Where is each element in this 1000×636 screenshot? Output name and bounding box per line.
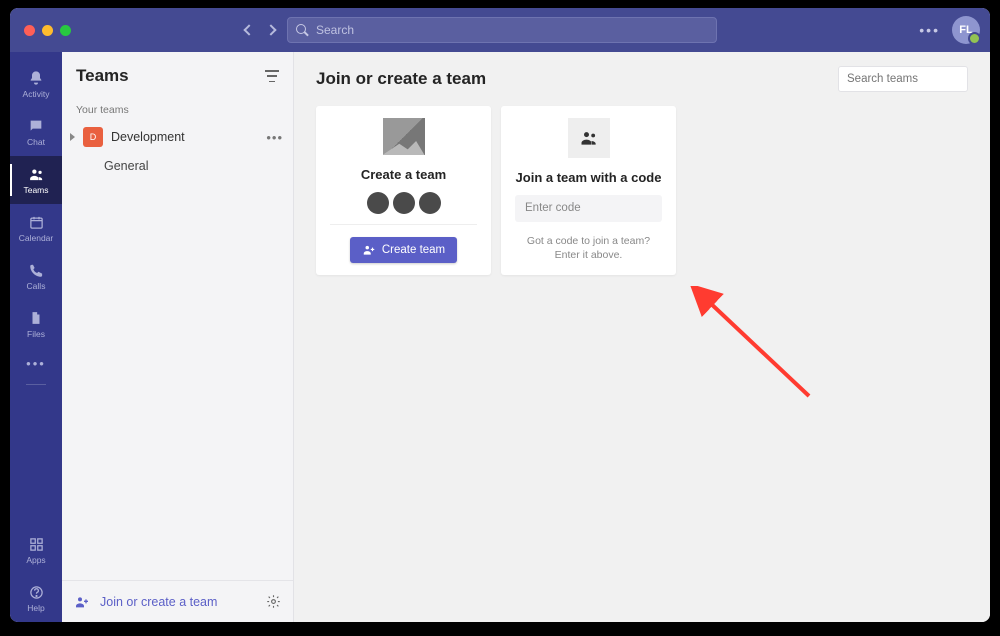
window-controls: [24, 25, 71, 36]
file-icon: [27, 309, 45, 327]
rail-chat[interactable]: Chat: [10, 108, 62, 156]
join-code-input[interactable]: [515, 195, 662, 222]
channel-general[interactable]: General: [62, 152, 293, 180]
profile-avatar[interactable]: FL: [952, 16, 980, 44]
rail-label: Help: [27, 603, 44, 613]
apps-icon: [27, 535, 45, 553]
calendar-icon: [27, 213, 45, 231]
rail-label: Apps: [26, 555, 45, 565]
maximize-window-button[interactable]: [60, 25, 71, 36]
join-code-help-text: Got a code to join a team? Enter it abov…: [515, 234, 662, 263]
search-teams-input[interactable]: [847, 73, 990, 85]
rail-activity[interactable]: Activity: [10, 60, 62, 108]
rail-calls[interactable]: Calls: [10, 252, 62, 300]
team-more-button[interactable]: •••: [266, 130, 283, 145]
rail-label: Teams: [23, 185, 48, 195]
history-nav: [245, 26, 275, 34]
chevron-right-icon: [70, 133, 75, 141]
rail-label: Calls: [27, 281, 46, 291]
join-create-icon: [74, 594, 90, 610]
rail-label: Activity: [23, 89, 50, 99]
minimize-window-button[interactable]: [42, 25, 53, 36]
rail-apps[interactable]: Apps: [10, 526, 62, 574]
global-search[interactable]: [287, 17, 717, 43]
manage-teams-button[interactable]: [266, 594, 281, 609]
join-code-title: Join a team with a code: [516, 170, 662, 185]
create-team-button-label: Create team: [382, 244, 445, 256]
rail-label: Chat: [27, 137, 45, 147]
back-button[interactable]: [243, 24, 254, 35]
settings-more-button[interactable]: •••: [919, 22, 940, 38]
rail-calendar[interactable]: Calendar: [10, 204, 62, 252]
group-icon: [568, 118, 610, 158]
team-row-development[interactable]: D Development •••: [62, 122, 293, 152]
rail-more[interactable]: •••: [10, 348, 62, 378]
filter-button[interactable]: [265, 70, 279, 82]
app-window: ••• FL Activity Chat Teams: [10, 8, 990, 622]
rail-label: Calendar: [19, 233, 54, 243]
search-teams-box[interactable]: [838, 66, 968, 92]
team-name: Development: [111, 130, 258, 144]
team-avatar: D: [83, 127, 103, 147]
close-window-button[interactable]: [24, 25, 35, 36]
section-label: Your teams: [62, 96, 293, 122]
rail-label: Files: [27, 329, 45, 339]
chat-icon: [27, 117, 45, 135]
teams-icon: [27, 165, 45, 183]
panel-title: Teams: [76, 66, 129, 86]
create-team-title: Create a team: [361, 167, 446, 182]
help-icon: [27, 583, 45, 601]
rail-help[interactable]: Help: [10, 574, 62, 622]
join-code-card: Join a team with a code Got a code to jo…: [501, 106, 676, 275]
rail-teams[interactable]: Teams: [10, 156, 62, 204]
phone-icon: [27, 261, 45, 279]
ellipsis-icon: •••: [26, 356, 46, 371]
search-icon: [296, 24, 308, 36]
annotation-arrow: [689, 286, 829, 416]
page-title: Join or create a team: [316, 69, 486, 89]
rail-files[interactable]: Files: [10, 300, 62, 348]
title-bar: ••• FL: [10, 8, 990, 52]
join-create-link[interactable]: Join or create a team: [100, 595, 256, 609]
rail-separator: [26, 384, 46, 385]
avatar-placeholders: [367, 192, 441, 214]
global-search-input[interactable]: [316, 23, 708, 37]
card-divider: [330, 224, 477, 225]
panel-footer: Join or create a team: [62, 580, 293, 622]
create-team-card: Create a team Create team: [316, 106, 491, 275]
main-content: Join or create a team Create a team: [294, 52, 990, 622]
forward-button[interactable]: [265, 24, 276, 35]
create-team-icon: [362, 243, 376, 257]
app-rail: Activity Chat Teams Calendar: [10, 52, 62, 622]
create-team-button[interactable]: Create team: [350, 237, 457, 263]
image-placeholder-icon: [383, 118, 425, 155]
teams-panel: Teams Your teams D Development ••• Gener…: [62, 52, 294, 622]
bell-icon: [27, 69, 45, 87]
